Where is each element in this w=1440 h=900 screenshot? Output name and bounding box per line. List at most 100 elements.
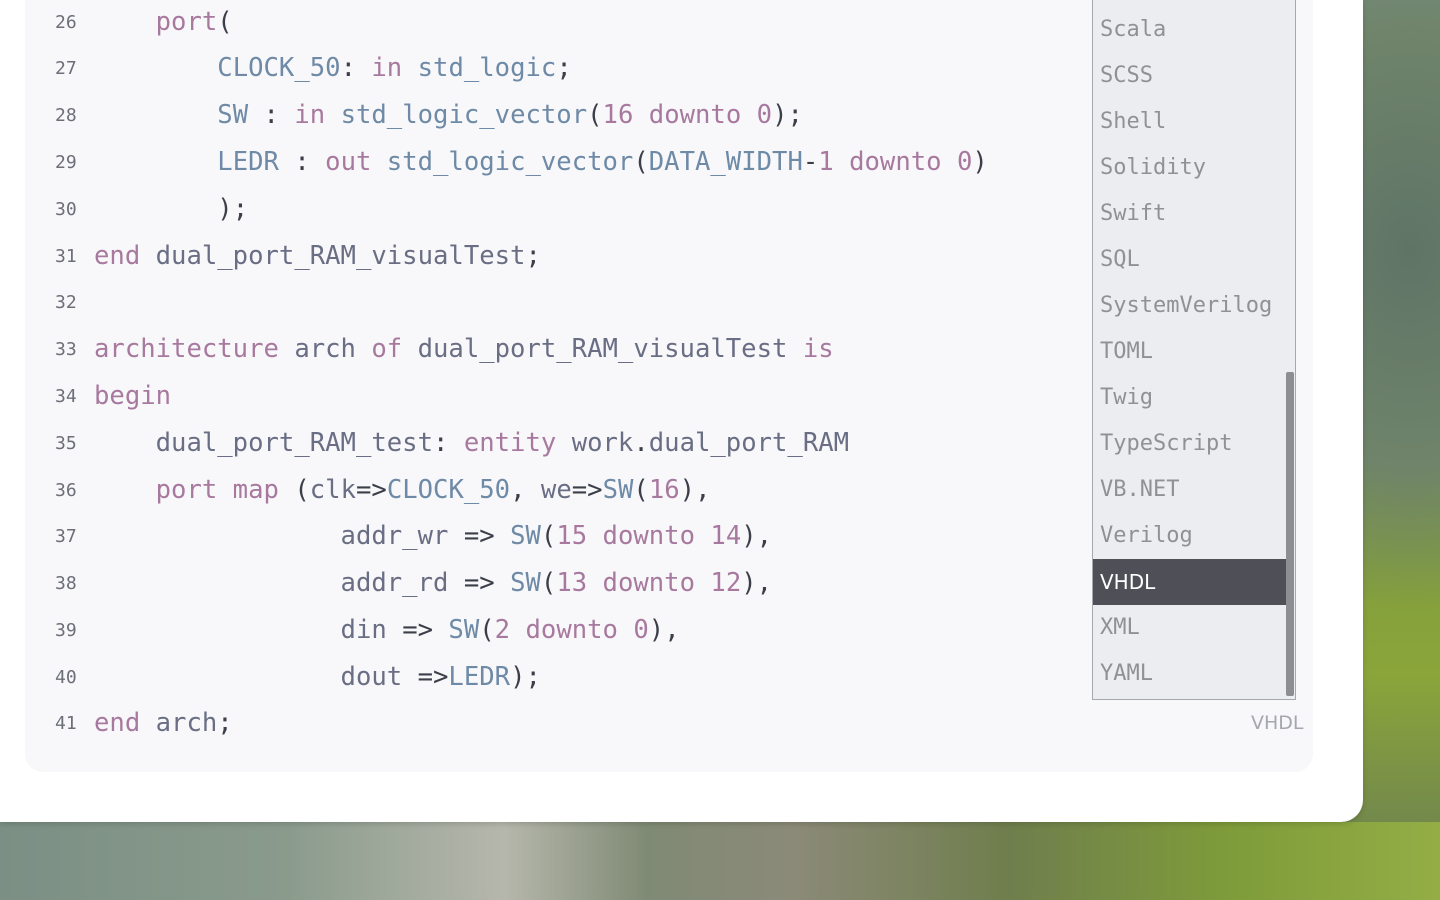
code-line: 30 ); (25, 189, 1085, 229)
code-token: std_logic (402, 53, 557, 83)
code-token: => (355, 475, 387, 505)
code-token: entity (463, 428, 557, 458)
code-text: CLOCK_50: in std_logic; (94, 53, 571, 83)
language-option-verilog[interactable]: Verilog (1093, 513, 1288, 559)
language-option-shell[interactable]: Shell (1093, 99, 1288, 145)
line-number: 41 (55, 712, 77, 734)
code-token: is (802, 334, 834, 364)
language-dropdown-list[interactable]: Scala SCSS Shell Solidity Swift SQL SystemVeri… (1092, 0, 1296, 700)
line-number: 30 (55, 198, 77, 220)
code-token: dout (340, 662, 403, 692)
language-option-toml[interactable]: TOML (1093, 329, 1288, 375)
code-line: 33 architecture arch of dual_port_RAM_vis… (25, 329, 1085, 369)
code-token: downto (587, 521, 711, 551)
code-token: arch (278, 334, 372, 364)
code-token: => (448, 568, 511, 598)
code-token: downto (633, 100, 757, 130)
code-token: port map (155, 475, 279, 505)
code-token: downto (510, 615, 634, 645)
language-option-scss[interactable]: SCSS (1093, 53, 1288, 99)
code-text: SW : in std_logic_vector(16 downto 0); (94, 100, 803, 130)
code-token: ( (633, 147, 649, 177)
code-token: ), (679, 475, 711, 505)
code-token: out (325, 147, 372, 177)
language-option-systemverilog[interactable]: SystemVerilog (1093, 283, 1288, 329)
code-token: SW (510, 521, 541, 551)
code-token: 1 (818, 147, 834, 177)
code-line: 38 addr_rd => SW(13 downto 12), (25, 563, 1085, 603)
line-number: 28 (55, 104, 77, 126)
code-token: 0 (956, 147, 973, 177)
code-token: addr_wr (340, 521, 449, 551)
code-text: dual_port_RAM_test: entity work.dual_por… (94, 428, 849, 458)
code-token: => (402, 662, 449, 692)
code-token: 14 (710, 521, 742, 551)
code-token: addr_rd (340, 568, 449, 598)
code-line: 34 begin (25, 376, 1085, 416)
line-number: 31 (55, 245, 77, 267)
code-token: : (278, 147, 326, 177)
code-token: std_logic_vector (371, 147, 634, 177)
language-option-scala[interactable]: Scala (1093, 7, 1288, 53)
code-token: ( (587, 100, 603, 130)
line-number: 33 (55, 338, 77, 360)
code-text: end dual_port_RAM_visualTest; (94, 241, 541, 271)
code-token: 12 (710, 568, 742, 598)
code-line: 37 addr_wr => SW(15 downto 14), (25, 516, 1085, 556)
code-token: 0 (756, 100, 773, 130)
language-option-vb-net[interactable]: VB.NET (1093, 467, 1288, 513)
line-number: 37 (55, 525, 77, 547)
code-token: 0 (633, 615, 649, 645)
code-token: in (294, 100, 326, 130)
code-token: 16 (602, 100, 634, 130)
code-token: => (386, 615, 449, 645)
code-token: downto (587, 568, 711, 598)
code-token: : (433, 428, 464, 458)
code-token: , (510, 475, 541, 505)
code-token: ( (540, 568, 557, 598)
code-token: => (571, 475, 603, 505)
code-token: . (633, 428, 649, 458)
line-number: 29 (55, 151, 77, 173)
code-language-label: VHDL (1251, 712, 1304, 734)
code-token: ), (741, 568, 773, 598)
code-token: ; (217, 708, 233, 738)
code-token: dual_port_RAM_test (155, 428, 433, 458)
code-token: end (94, 708, 141, 738)
code-line: 35 dual_port_RAM_test: entity work.dual_… (25, 423, 1085, 463)
code-text: ); (94, 194, 248, 224)
code-token: SW (602, 475, 634, 505)
code-text: din => SW(2 downto 0), (94, 615, 680, 645)
language-option-twig[interactable]: Twig (1093, 375, 1288, 421)
code-line: 26 port( (25, 2, 1085, 42)
line-number: 34 (55, 385, 77, 407)
dropdown-scrollbar[interactable] (1286, 372, 1294, 696)
language-option-xml[interactable]: XML (1093, 605, 1288, 651)
code-token: dual_port_RAM_visualTest (402, 334, 803, 364)
language-option-yaml[interactable]: YAML (1093, 651, 1288, 697)
language-option-typescript[interactable]: TypeScript (1093, 421, 1288, 467)
code-text: architecture arch of dual_port_RAM_visua… (94, 334, 834, 364)
line-number: 32 (55, 291, 77, 313)
code-token: downto (833, 147, 957, 177)
code-text: dout =>LEDR); (94, 662, 541, 692)
language-option-solidity[interactable]: Solidity (1093, 145, 1288, 191)
language-option-vhdl[interactable]: VHDL (1093, 559, 1288, 605)
code-token: SW (510, 568, 541, 598)
code-line: 27 CLOCK_50: in std_logic; (25, 48, 1085, 88)
language-option-sql[interactable]: SQL (1093, 237, 1288, 283)
code-token: dual_port_RAM (648, 428, 850, 458)
line-number: 39 (55, 619, 77, 641)
code-text: addr_rd => SW(13 downto 12), (94, 568, 773, 598)
code-token: begin (94, 381, 172, 411)
code-token: SW (217, 100, 249, 130)
code-token: port (155, 7, 218, 37)
code-token: 13 (556, 568, 588, 598)
language-option-swift[interactable]: Swift (1093, 191, 1288, 237)
